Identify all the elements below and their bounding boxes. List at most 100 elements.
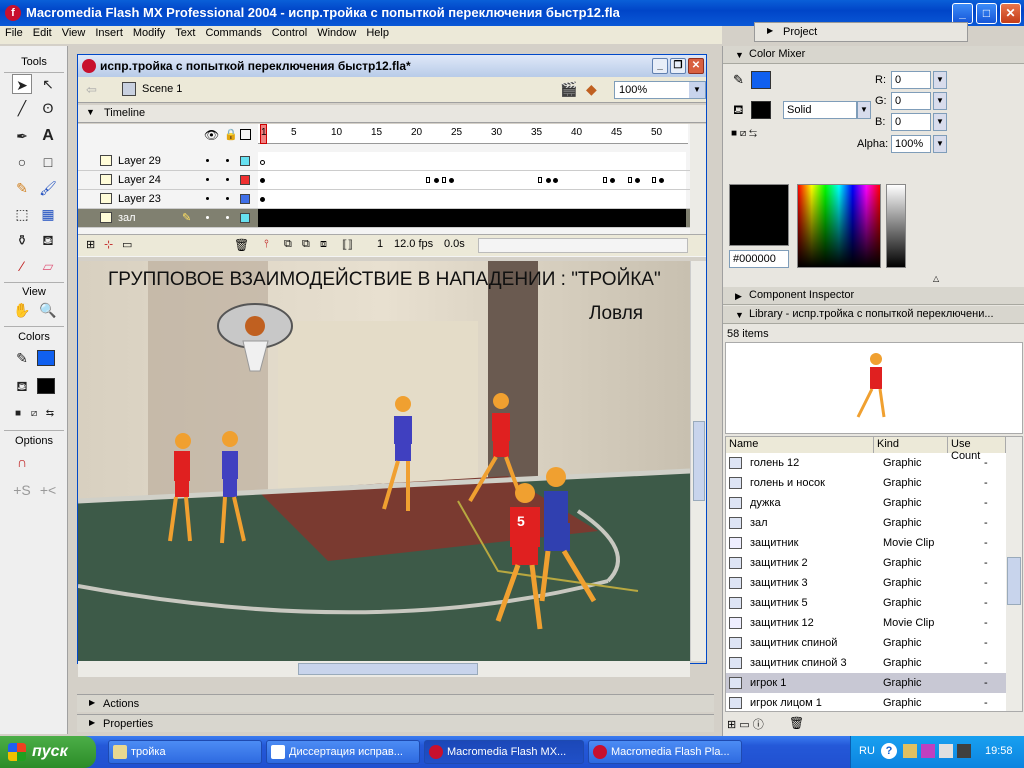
stage-vscroll[interactable] xyxy=(690,261,706,661)
keyframe[interactable] xyxy=(652,177,656,183)
snap-magnet-icon[interactable]: ∩ xyxy=(12,452,32,472)
onion-skin-icon[interactable]: ⧉ xyxy=(284,238,292,251)
library-item[interactable]: защитник Movie Clip - xyxy=(726,533,1006,553)
library-item[interactable]: защитник спиной 3 Graphic - xyxy=(726,653,1006,673)
menu-view[interactable]: View xyxy=(57,26,91,39)
keyframe[interactable] xyxy=(635,178,640,183)
onion-markers-icon[interactable]: ⟦⟧ xyxy=(342,238,353,251)
free-transform-tool-icon[interactable]: ⬚ xyxy=(12,204,32,224)
eraser-tool-icon[interactable]: ▱ xyxy=(38,256,58,276)
project-panel[interactable]: ▶ Project xyxy=(754,22,968,42)
layer-frames[interactable] xyxy=(258,152,686,170)
lock-icon[interactable]: 🔒 xyxy=(224,128,238,141)
timeline-header[interactable]: ▼ Timeline xyxy=(78,105,706,123)
component-inspector-header[interactable]: ▶ Component Inspector xyxy=(723,287,1024,305)
chevron-down-icon[interactable]: ▼ xyxy=(933,135,947,153)
fill-type-select[interactable]: Solid xyxy=(783,101,857,119)
maximize-button[interactable]: □ xyxy=(976,3,997,24)
onion-outline-icon[interactable]: ⧉ xyxy=(302,238,310,251)
menu-insert[interactable]: Insert xyxy=(90,26,128,39)
library-header[interactable]: ▼ Library - испр.тройка с попыткой перекл… xyxy=(723,306,1024,324)
outline-icon[interactable] xyxy=(240,129,251,140)
menu-file[interactable]: File xyxy=(0,26,28,39)
trash-icon[interactable]: 🗑 xyxy=(234,238,249,252)
menu-modify[interactable]: Modify xyxy=(128,26,170,39)
keyframe[interactable] xyxy=(610,178,615,183)
vscroll-thumb[interactable] xyxy=(1007,557,1021,605)
layer-color-swatch[interactable] xyxy=(240,175,250,185)
hand-tool-icon[interactable]: ✋ xyxy=(12,300,32,320)
add-layer-icon[interactable]: ⊞ xyxy=(86,238,95,251)
menu-commands[interactable]: Commands xyxy=(200,26,266,39)
menu-help[interactable]: Help xyxy=(361,26,394,39)
keyframe[interactable] xyxy=(603,177,607,183)
fill-color-icon[interactable]: ⛾ xyxy=(12,376,32,396)
keyframe[interactable] xyxy=(442,177,446,183)
task-flash-mx[interactable]: Macromedia Flash MX... xyxy=(424,740,584,764)
lock-dot[interactable] xyxy=(226,197,229,200)
edit-symbols-icon[interactable]: ◆ xyxy=(586,81,597,98)
library-item[interactable]: защитник 2 Graphic - xyxy=(726,553,1006,573)
keyframe[interactable] xyxy=(449,178,454,183)
library-item-selected[interactable]: игрок 1 Graphic - xyxy=(726,673,1006,693)
edit-scene-icon[interactable]: 🎬 xyxy=(560,81,577,98)
chevron-down-icon[interactable]: ▼ xyxy=(689,82,705,98)
library-item[interactable]: голень и носок Graphic - xyxy=(726,473,1006,493)
tray-app-icon[interactable] xyxy=(957,744,971,758)
zoom-select[interactable]: 100% ▼ xyxy=(614,81,706,99)
minimize-button[interactable]: _ xyxy=(952,3,973,24)
pen-tool-icon[interactable]: ✒ xyxy=(12,126,32,146)
layer-frames[interactable] xyxy=(258,171,686,189)
scene-name[interactable]: Scene 1 xyxy=(142,83,182,95)
keyframe[interactable] xyxy=(628,177,632,183)
keyframe[interactable] xyxy=(546,178,551,183)
center-frame-icon[interactable]: ⫯ xyxy=(264,238,269,251)
layer-color-swatch[interactable] xyxy=(240,194,250,204)
start-button[interactable]: пуск xyxy=(0,736,96,768)
library-item[interactable]: защитник 5 Graphic - xyxy=(726,593,1006,613)
line-tool-icon[interactable]: ╱ xyxy=(12,98,32,118)
layer-row[interactable]: Layer 29 xyxy=(78,152,690,171)
add-guide-icon[interactable]: ⊹ xyxy=(104,238,113,251)
fill-transform-tool-icon[interactable]: ▦ xyxy=(38,204,58,224)
color-mixer-header[interactable]: ▼ Color Mixer xyxy=(723,46,1024,64)
library-item[interactable]: защитник 12 Movie Clip - xyxy=(726,613,1006,633)
stage-canvas[interactable]: ГРУППОВОЕ ВЗАИМОДЕЙСТВИЕ В НАПАДЕНИИ : "… xyxy=(78,261,690,661)
properties-panel-header[interactable]: ▶ Properties xyxy=(77,714,714,732)
layer-row-selected[interactable]: зал ✎ xyxy=(78,209,690,228)
smooth-icon[interactable]: +S xyxy=(12,480,32,500)
edit-multiple-icon[interactable]: ⧈ xyxy=(320,238,327,251)
task-word[interactable]: Диссертация исправ... xyxy=(266,740,420,764)
color-spectrum[interactable] xyxy=(797,184,881,268)
subselect-tool-icon[interactable]: ↖ xyxy=(38,74,58,94)
paint-bucket-tool-icon[interactable]: ⛾ xyxy=(38,230,58,250)
layer-name[interactable]: зал xyxy=(118,212,136,224)
stroke-color-swatch[interactable] xyxy=(751,71,771,89)
add-folder-icon[interactable]: ▭ xyxy=(122,238,132,251)
collapse-triangle-icon[interactable]: ▼ xyxy=(86,107,95,117)
visible-dot[interactable] xyxy=(206,216,209,219)
stage-hscroll[interactable] xyxy=(78,661,690,677)
library-vscroll[interactable] xyxy=(1006,437,1022,711)
expand-triangle-icon[interactable]: ▶ xyxy=(735,291,742,302)
brush-tool-icon[interactable]: 🖌 xyxy=(38,178,58,198)
text-tool-icon[interactable]: A xyxy=(38,126,58,146)
library-item[interactable]: голень 12 Graphic - xyxy=(726,453,1006,473)
chevron-down-icon[interactable]: ▼ xyxy=(933,71,947,89)
swap-colors-icon[interactable]: ⇆ xyxy=(40,404,60,424)
b-input[interactable]: 0 xyxy=(891,113,931,131)
doc-restore-button[interactable]: ❐ xyxy=(670,58,686,74)
lock-dot[interactable] xyxy=(226,159,229,162)
library-item[interactable]: дужка Graphic - xyxy=(726,493,1006,513)
stroke-color-icon[interactable]: ✎ xyxy=(12,348,32,368)
layer-frames[interactable] xyxy=(258,190,686,208)
oval-tool-icon[interactable]: ○ xyxy=(12,152,32,172)
flash-app-icon[interactable]: f xyxy=(5,5,21,21)
fill-bucket-icon[interactable]: ⛾ xyxy=(733,102,744,120)
column-use-count[interactable]: Use Count xyxy=(948,437,1006,462)
layer-name[interactable]: Layer 24 xyxy=(118,174,161,186)
task-flash-player[interactable]: Macromedia Flash Pla... xyxy=(588,740,742,764)
menu-control[interactable]: Control xyxy=(267,26,312,39)
eye-icon[interactable]: 👁 xyxy=(204,128,219,142)
ink-bottle-tool-icon[interactable]: ⚱ xyxy=(12,230,32,250)
